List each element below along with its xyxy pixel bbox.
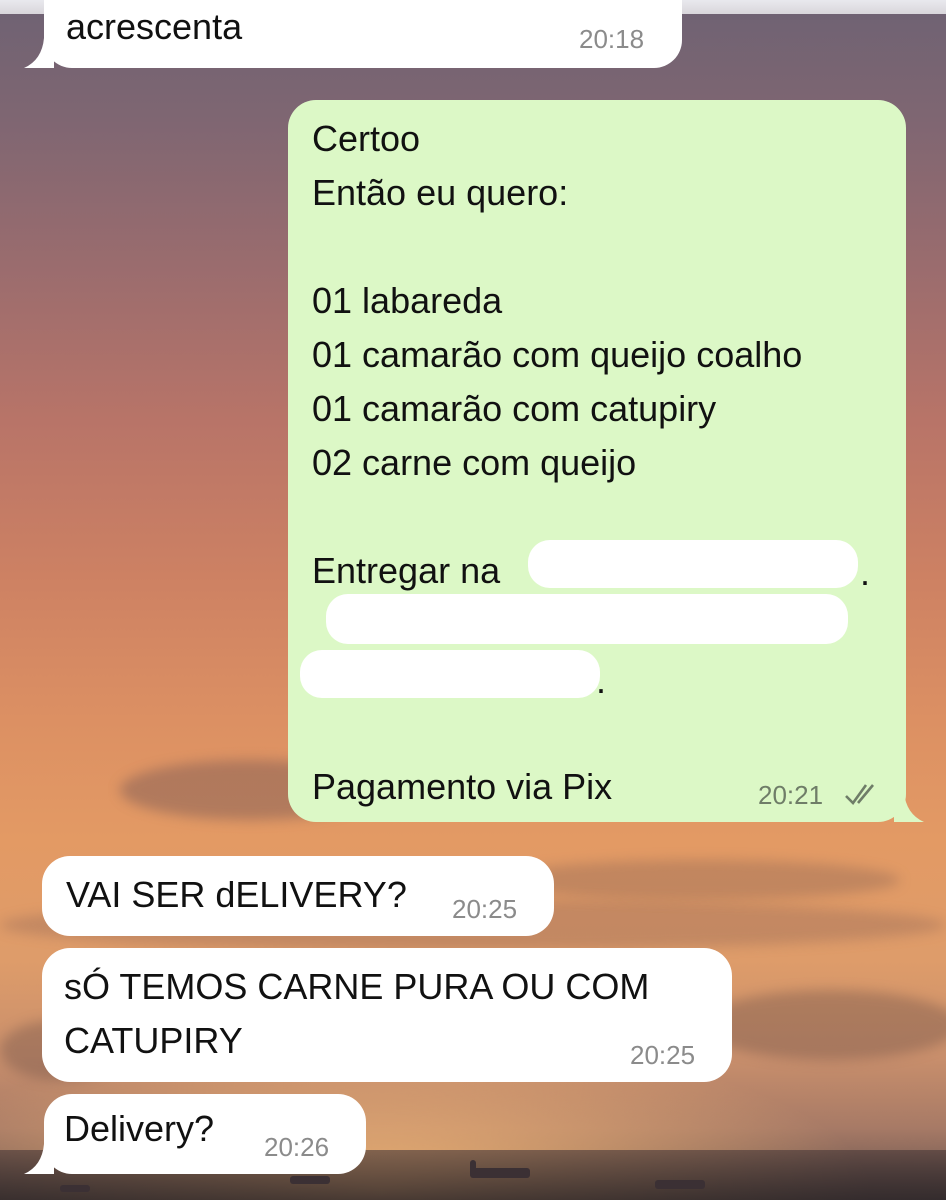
- message-time: 20:25: [452, 894, 518, 924]
- message-line: [312, 706, 802, 760]
- bubble-tail: [24, 38, 54, 68]
- message-line: CATUPIRY: [64, 1020, 243, 1061]
- message-line: 01 camarão com queijo coalho: [312, 334, 803, 375]
- redacted-text: [528, 540, 858, 588]
- redacted-text: [326, 594, 848, 644]
- punctuation: .: [596, 660, 607, 701]
- incoming-message[interactable]: sÓ TEMOS CARNE PURA OU COM CATUPIRY 20:2…: [42, 948, 732, 1082]
- background-cloud: [700, 990, 946, 1060]
- message-text: Delivery?: [64, 1108, 215, 1149]
- double-check-icon: [845, 784, 874, 805]
- punctuation: .: [860, 552, 871, 593]
- background-boat: [290, 1176, 330, 1184]
- message-line: 02 carne com queijo: [312, 442, 637, 483]
- bubble-tail: [24, 1144, 54, 1174]
- message-time: 20:26: [264, 1132, 330, 1162]
- message-line: 01 camarão com catupiry: [312, 388, 717, 429]
- message-line: Certoo: [312, 118, 421, 159]
- background-boat: [470, 1168, 530, 1178]
- incoming-message[interactable]: Delivery? 20:26: [44, 1094, 366, 1174]
- message-body: Certoo Então eu quero: 01 labareda 01 ca…: [312, 112, 802, 814]
- background-boat: [60, 1185, 90, 1192]
- message-text: acrescenta: [66, 6, 243, 47]
- message-line: [312, 490, 802, 544]
- background-boat: [470, 1160, 476, 1174]
- message-line: 01 labareda: [312, 280, 503, 321]
- message-line: [312, 220, 802, 274]
- background-cloud: [500, 860, 900, 900]
- message-time: 20:21: [758, 780, 824, 810]
- bubble-tail: [894, 792, 924, 822]
- message-line: sÓ TEMOS CARNE PURA OU COM: [64, 966, 650, 1007]
- incoming-message[interactable]: VAI SER dELIVERY? 20:25: [42, 856, 554, 936]
- message-time: 20:18: [579, 24, 645, 54]
- message-line: Pagamento via Pix: [312, 766, 613, 807]
- redacted-text: [300, 650, 600, 698]
- background-boat: [655, 1180, 705, 1189]
- message-text: VAI SER dELIVERY?: [66, 874, 407, 915]
- message-time: 20:25: [630, 1040, 696, 1070]
- message-body: sÓ TEMOS CARNE PURA OU COM CATUPIRY: [64, 960, 649, 1068]
- incoming-message[interactable]: acrescenta 20:18: [44, 0, 682, 68]
- outgoing-message[interactable]: Certoo Então eu quero: 01 labareda 01 ca…: [288, 100, 906, 822]
- message-line: Então eu quero:: [312, 172, 569, 213]
